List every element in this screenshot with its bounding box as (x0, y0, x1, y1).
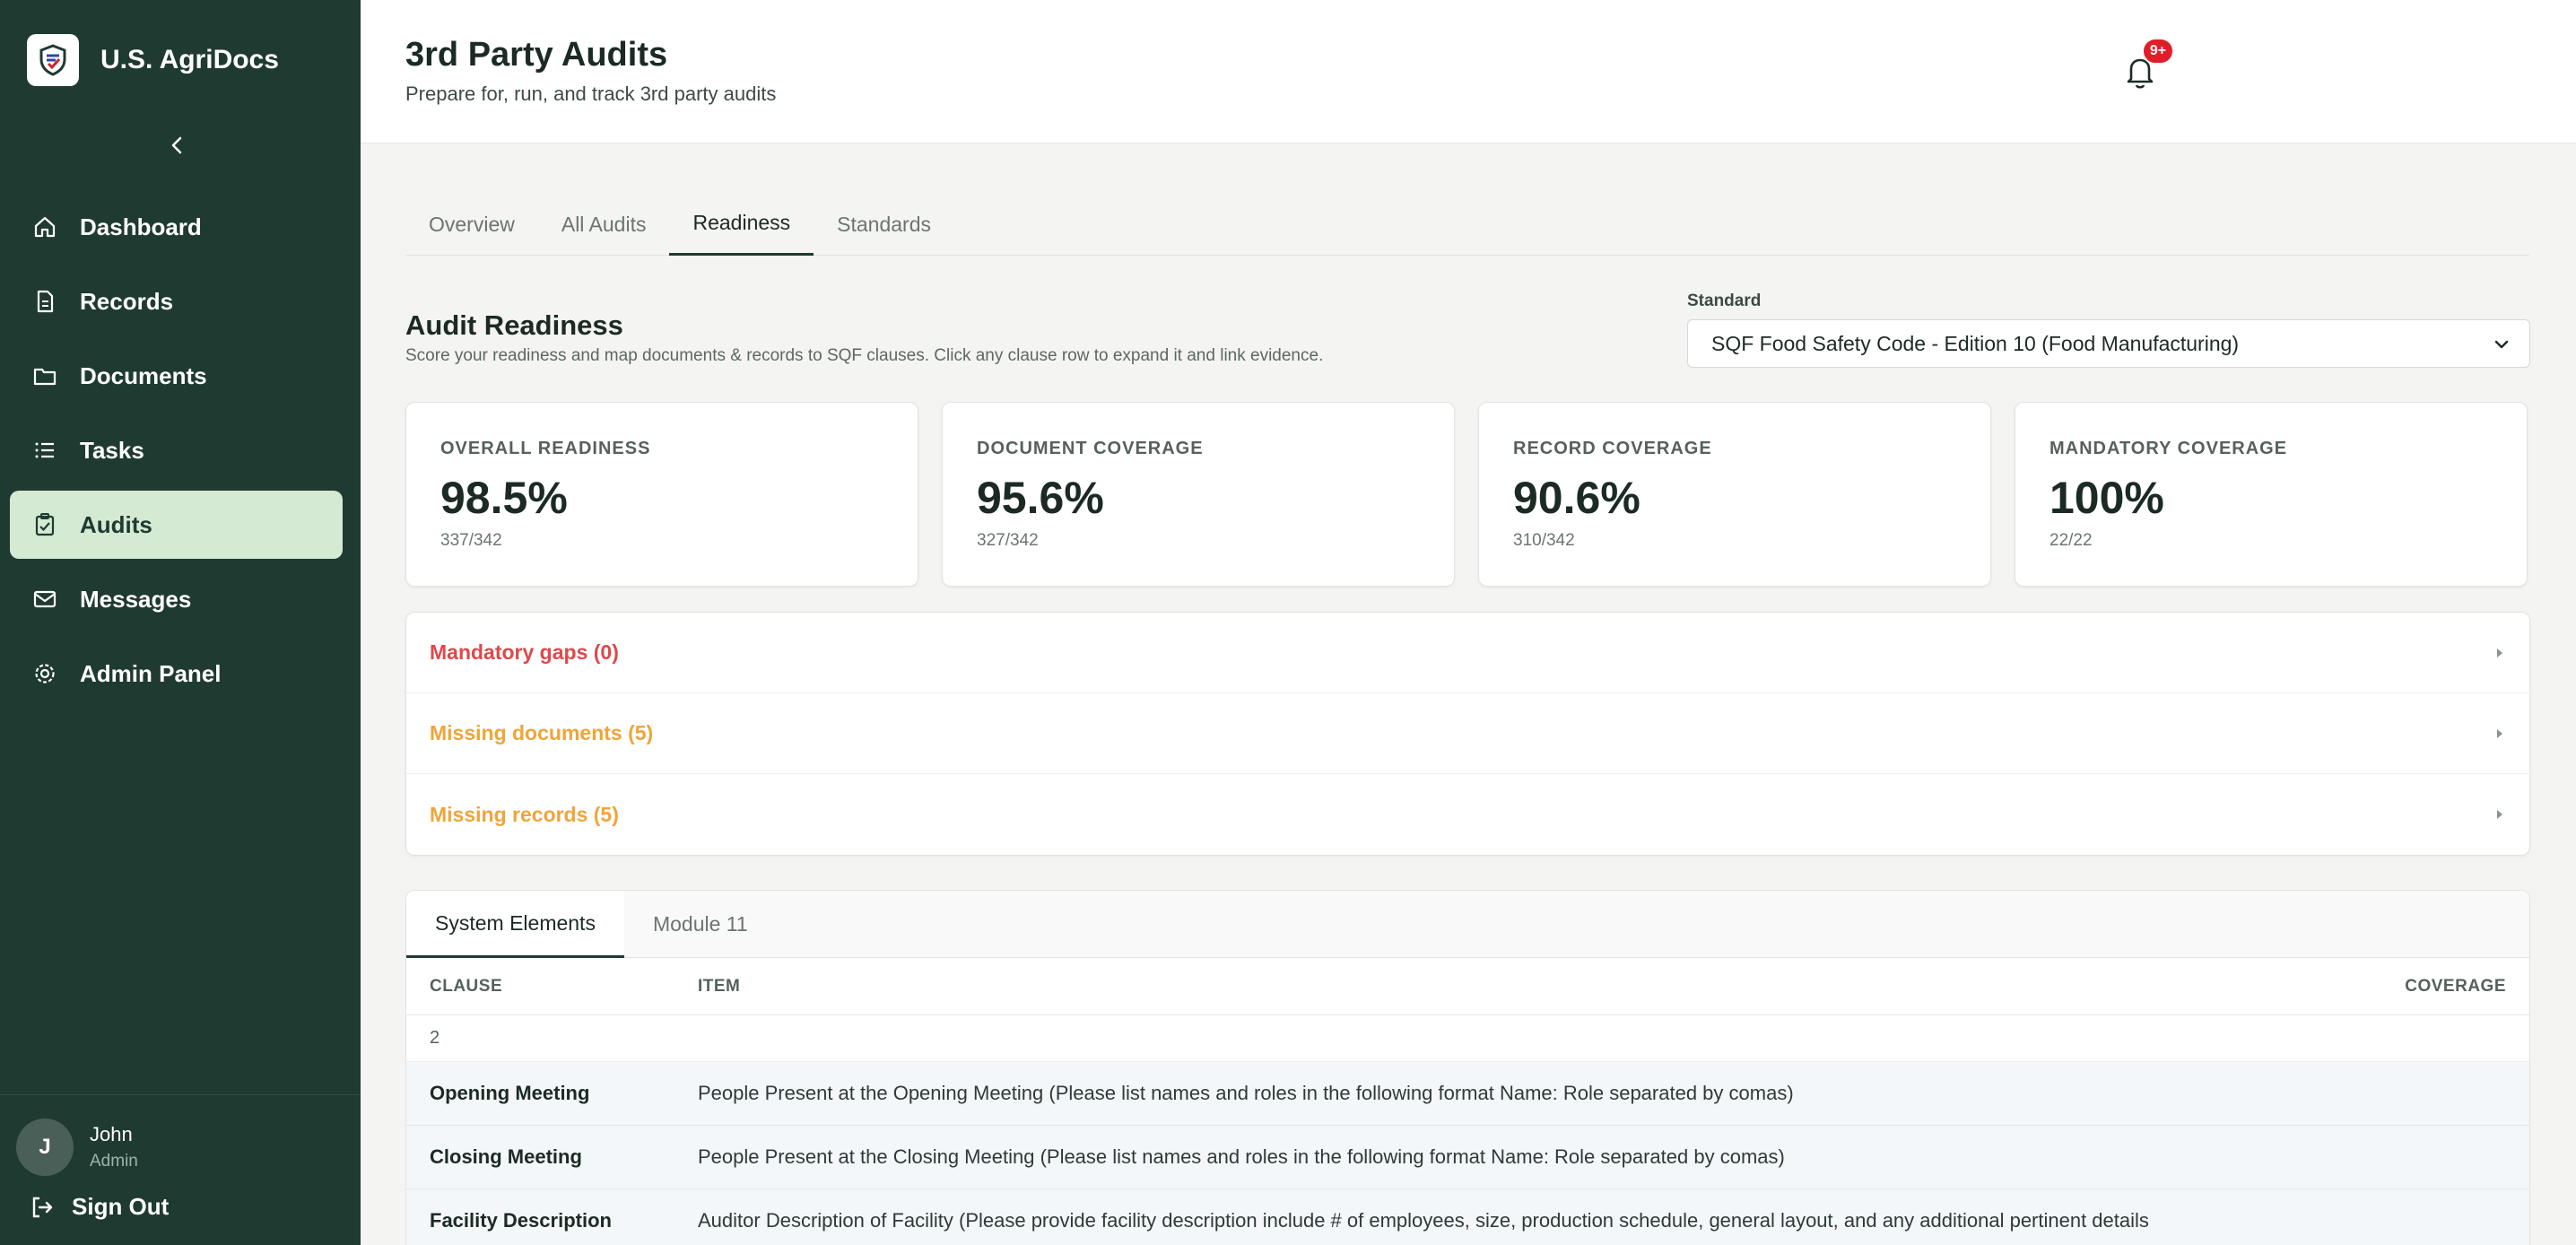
overall-readiness-card: OVERALL READINESS 98.5% 337/342 (405, 402, 918, 587)
card-value: 98.5% (440, 473, 568, 523)
tab-standards[interactable]: Standards (814, 193, 954, 256)
page-subtitle: Prepare for, run, and track 3rd party au… (405, 83, 777, 105)
clause-item: People Present at the Opening Meeting (P… (698, 1082, 1794, 1104)
table-row[interactable]: Facility Description Auditor Description… (406, 1189, 2529, 1245)
sign-out-label: Sign Out (72, 1193, 170, 1220)
sign-out-icon (32, 1197, 53, 1217)
sidebar-item-label: Documents (80, 361, 207, 389)
section-title: Audit Readiness (405, 309, 623, 341)
sidebar-item-records[interactable]: Records (10, 267, 343, 335)
clause-item: People Present at the Closing Meeting (P… (698, 1145, 1785, 1168)
caret-right-icon (2497, 648, 2502, 657)
tab-overview[interactable]: Overview (405, 193, 538, 256)
audit-tabs: Overview All Audits Readiness Standards (405, 193, 2529, 256)
folder-icon (30, 361, 60, 391)
sidebar-item-dashboard[interactable]: Dashboard (10, 193, 343, 261)
card-value: 90.6% (1513, 473, 1640, 523)
file-icon (30, 286, 60, 317)
user-profile[interactable]: J John Admin (16, 1119, 138, 1176)
table-row[interactable]: Opening Meeting People Present at the Op… (406, 1062, 2529, 1126)
column-header-coverage[interactable]: COVERAGE (2350, 977, 2529, 997)
table-header: CLAUSE ITEM COVERAGE (406, 958, 2529, 1015)
document-coverage-card: DOCUMENT COVERAGE 95.6% 327/342 (942, 402, 1455, 587)
clause-name: Opening Meeting (430, 1082, 590, 1104)
gap-label: Missing records (5) (430, 802, 619, 826)
clause-subtabs: System Elements Module 11 (406, 891, 2529, 958)
collapse-sidebar-button[interactable] (161, 130, 192, 161)
column-header-item[interactable]: ITEM (698, 977, 2350, 997)
card-count: 310/342 (1513, 531, 1575, 550)
subtab-module-11[interactable]: Module 11 (624, 891, 777, 958)
mandatory-gaps-row[interactable]: Mandatory gaps (0) (406, 613, 2529, 693)
sign-out-button[interactable]: Sign Out (29, 1193, 169, 1221)
chevron-left-icon (171, 136, 182, 154)
shield-logo-icon (27, 34, 79, 86)
mail-icon (30, 584, 60, 614)
mandatory-coverage-card: MANDATORY COVERAGE 100% 22/22 (2015, 402, 2528, 587)
clause-name: Closing Meeting (430, 1145, 582, 1168)
card-count: 337/342 (440, 531, 502, 550)
sidebar-item-label: Dashboard (80, 213, 202, 240)
gap-label: Missing documents (5) (430, 721, 654, 744)
page-header: 3rd Party Audits Prepare for, run, and t… (361, 0, 2576, 144)
record-coverage-card: RECORD COVERAGE 90.6% 310/342 (1478, 402, 1991, 587)
brand[interactable]: U.S. AgriDocs (27, 34, 279, 86)
clipboard-check-icon (30, 509, 60, 540)
gear-icon (30, 658, 60, 689)
list-icon (30, 435, 60, 466)
card-count: 22/22 (2049, 531, 2093, 550)
sidebar-item-documents[interactable]: Documents (10, 342, 343, 410)
standard-select[interactable]: SQF Food Safety Code - Edition 10 (Food … (1687, 319, 2530, 368)
card-label: OVERALL READINESS (440, 439, 651, 458)
tab-all-audits[interactable]: All Audits (538, 193, 670, 256)
sidebar-item-label: Audits (80, 510, 152, 538)
caret-right-icon (2497, 810, 2502, 819)
card-label: DOCUMENT COVERAGE (977, 439, 1204, 458)
section-description: Score your readiness and map documents &… (405, 346, 1324, 365)
standard-select-value: SQF Food Safety Code - Edition 10 (Food … (1711, 331, 2240, 355)
column-header-clause[interactable]: CLAUSE (406, 977, 698, 997)
gaps-accordion: Mandatory gaps (0) Missing documents (5)… (405, 612, 2530, 856)
sidebar-nav: Dashboard Records Documents Tasks Audits (10, 193, 343, 714)
user-role: Admin (90, 1152, 138, 1171)
page-title: 3rd Party Audits (405, 36, 668, 74)
clause-name: Facility Description (430, 1209, 612, 1232)
missing-records-row[interactable]: Missing records (5) (406, 774, 2529, 855)
sidebar-item-messages[interactable]: Messages (10, 565, 343, 633)
notification-badge: 9+ (2142, 38, 2174, 65)
sidebar-item-admin-panel[interactable]: Admin Panel (10, 640, 343, 708)
clause-table: System Elements Module 11 CLAUSE ITEM CO… (405, 890, 2530, 1245)
table-row[interactable]: Closing Meeting People Present at the Cl… (406, 1126, 2529, 1189)
readiness-cards: OVERALL READINESS 98.5% 337/342 DOCUMENT… (405, 402, 2530, 587)
clause-group-label: 2 (406, 1015, 2529, 1062)
gap-label: Mandatory gaps (0) (430, 640, 619, 664)
app-name: U.S. AgriDocs (100, 45, 279, 74)
sidebar-item-label: Messages (80, 585, 192, 613)
clause-item: Auditor Description of Facility (Please … (698, 1209, 2149, 1232)
caret-right-icon (2497, 728, 2502, 738)
card-label: MANDATORY COVERAGE (2049, 439, 2288, 458)
sidebar-item-tasks[interactable]: Tasks (10, 416, 343, 484)
user-name: John (90, 1123, 133, 1145)
tab-readiness[interactable]: Readiness (669, 193, 814, 256)
sidebar-item-label: Tasks (80, 436, 144, 464)
card-label: RECORD COVERAGE (1513, 439, 1712, 458)
standard-label: Standard (1687, 292, 1762, 310)
card-count: 327/342 (977, 531, 1039, 550)
sidebar-item-label: Admin Panel (80, 659, 222, 687)
missing-documents-row[interactable]: Missing documents (5) (406, 693, 2529, 774)
sidebar-item-label: Records (80, 287, 174, 315)
home-icon (30, 212, 60, 242)
sidebar-divider (0, 1094, 361, 1095)
card-value: 100% (2049, 473, 2164, 523)
sidebar: U.S. AgriDocs Dashboard Records Document… (0, 0, 361, 1245)
card-value: 95.6% (977, 473, 1104, 523)
chevron-down-icon (2494, 340, 2509, 349)
avatar: J (16, 1119, 74, 1176)
subtab-system-elements[interactable]: System Elements (406, 891, 624, 958)
sidebar-item-audits[interactable]: Audits (10, 491, 343, 559)
